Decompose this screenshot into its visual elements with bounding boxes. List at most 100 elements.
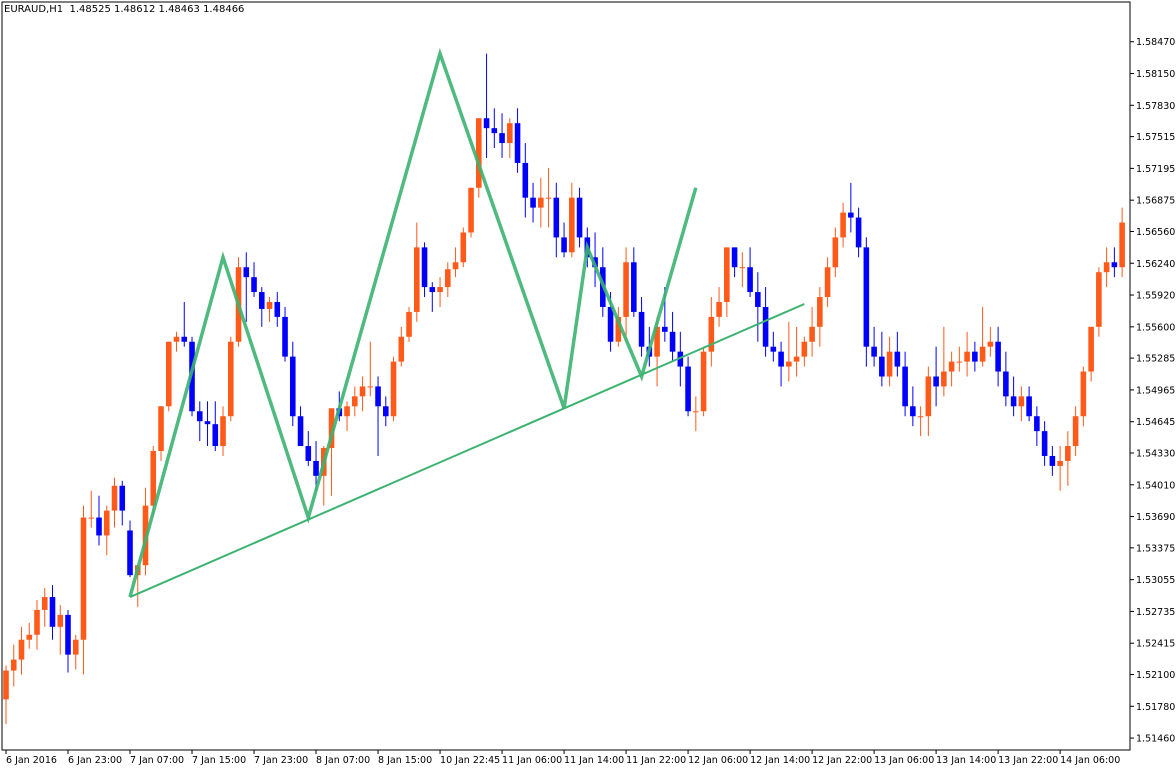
bull-candle	[452, 262, 459, 270]
bull-candle	[72, 639, 79, 655]
y-tick-label: 1.58470	[1136, 37, 1175, 48]
bear-candle	[848, 212, 854, 218]
bull-candle	[824, 267, 831, 298]
bear-candle	[429, 287, 436, 293]
bull-candle	[398, 336, 405, 362]
bull-candle	[739, 267, 746, 269]
x-tick-label: 6 Jan 23:00	[68, 755, 122, 766]
bear-candle	[282, 316, 288, 357]
bear-candle	[1111, 262, 1118, 268]
bull-candle	[925, 376, 932, 417]
bear-candle	[762, 306, 769, 347]
bull-candle	[266, 301, 273, 309]
bull-candle	[1088, 326, 1094, 372]
bear-candle	[258, 292, 265, 309]
bear-candle	[1003, 371, 1009, 397]
bull-candle	[886, 351, 893, 377]
bull-candle	[545, 197, 552, 199]
bear-candle	[212, 424, 219, 447]
x-tick-label: 13 Jan 22:00	[998, 755, 1058, 766]
bear-candle	[863, 247, 870, 347]
bull-candle	[1103, 262, 1110, 273]
x-tick-label: 8 Jan 15:00	[378, 755, 432, 766]
y-tick-label: 1.52415	[1136, 639, 1175, 650]
bear-candle	[251, 277, 257, 293]
bull-candle	[917, 416, 924, 418]
bull-candle	[941, 371, 947, 387]
x-tick-label: 12 Jan 14:00	[750, 755, 810, 766]
x-tick-label: 11 Jan 22:00	[626, 755, 686, 766]
bull-candle	[103, 510, 110, 536]
bull-candle	[700, 351, 707, 412]
bull-candle	[956, 361, 963, 363]
bear-candle	[755, 292, 761, 307]
bull-candle	[445, 269, 451, 288]
bear-candle	[96, 517, 102, 536]
bull-candle	[80, 517, 87, 640]
x-tick-label: 7 Jan 07:00	[130, 755, 184, 766]
bull-candle	[716, 301, 722, 317]
bull-candle	[840, 212, 846, 238]
x-tick-label: 7 Jan 15:00	[192, 755, 246, 766]
bear-candle	[638, 311, 645, 347]
bull-candle	[57, 614, 64, 627]
bull-candle	[832, 237, 839, 268]
y-tick-label: 1.56240	[1136, 259, 1175, 270]
bull-candle	[693, 411, 699, 413]
bull-candle	[724, 247, 730, 302]
bull-candle	[414, 247, 420, 312]
y-tick-label: 1.56875	[1136, 196, 1175, 207]
y-tick-label: 1.57830	[1136, 101, 1175, 112]
bear-candle	[530, 197, 536, 208]
x-tick-label: 6 Jan 2016	[6, 755, 57, 766]
bear-candle	[1010, 396, 1017, 407]
y-tick-label: 1.58150	[1136, 69, 1175, 80]
bear-candle	[491, 128, 498, 134]
bear-candle	[995, 341, 1001, 372]
bull-candle	[538, 197, 544, 208]
bull-candle	[817, 297, 823, 327]
bear-candle	[289, 356, 296, 417]
x-tick-label: 14 Jan 06:00	[1060, 755, 1120, 766]
bear-candle	[879, 356, 885, 377]
bear-candle	[204, 421, 211, 425]
x-tick-label: 10 Jan 22:45	[440, 755, 500, 766]
y-tick-label: 1.51460	[1136, 734, 1175, 745]
y-tick-label: 1.57195	[1136, 164, 1175, 175]
bear-candle	[662, 326, 668, 332]
bull-candle	[786, 361, 792, 367]
bull-candle	[468, 187, 474, 233]
x-tick-label: 8 Jan 07:00	[316, 755, 370, 766]
bull-candle	[18, 639, 25, 660]
bear-candle	[243, 267, 250, 278]
bull-candle	[34, 609, 40, 635]
bull-candle	[460, 232, 467, 263]
bull-candle	[708, 316, 715, 352]
y-tick-label: 1.53055	[1136, 575, 1175, 586]
y-tick-label: 1.55600	[1136, 322, 1175, 333]
x-tick-label: 11 Jan 06:00	[502, 755, 562, 766]
bull-candle	[158, 406, 164, 451]
bull-candle	[1057, 460, 1063, 466]
bull-candle	[948, 361, 955, 372]
bull-candle	[359, 386, 366, 397]
bear-candle	[1026, 396, 1032, 417]
bull-candle	[111, 485, 118, 511]
x-tick-label: 13 Jan 14:00	[936, 755, 996, 766]
bear-candle	[553, 197, 560, 238]
bear-candle	[522, 162, 529, 198]
bull-candle	[10, 659, 17, 671]
bull-candle	[406, 311, 412, 337]
bull-candle	[569, 197, 575, 253]
y-tick-label: 1.54010	[1136, 480, 1175, 491]
bear-candle	[274, 301, 281, 317]
bear-candle	[421, 247, 428, 288]
x-tick-label: 7 Jan 23:00	[254, 755, 308, 766]
bull-candle	[964, 351, 970, 362]
bull-candle	[979, 346, 986, 362]
price-chart[interactable]: EURAUD,H1 1.48525 1.48612 1.48463 1.4846…	[0, 0, 1176, 768]
bull-candle	[801, 341, 808, 357]
bear-candle	[499, 133, 505, 144]
y-tick-label: 1.54965	[1136, 385, 1175, 396]
bear-candle	[910, 406, 916, 417]
